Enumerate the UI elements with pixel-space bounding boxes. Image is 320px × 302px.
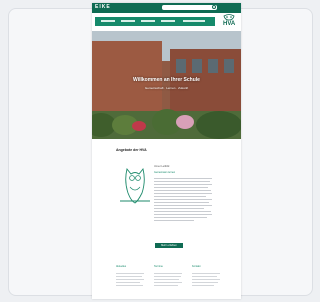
nav-item[interactable] (161, 20, 175, 22)
search-icon[interactable] (212, 5, 216, 9)
nav-item[interactable] (141, 20, 155, 22)
top-bar: EIKE (92, 3, 241, 13)
cta-button[interactable]: Mehr erfahren (155, 243, 183, 248)
footer-heading[interactable]: Kontakt (192, 265, 222, 268)
intro-heading: Unser Leitbild (154, 165, 170, 168)
intro-text: Unser Leitbild Gemeinsam lernen (154, 165, 214, 223)
owl-illustration-icon (118, 163, 152, 209)
hero-image: Willkommen an Ihrer Schule Gemeinschaft … (92, 31, 241, 139)
footer-column: Kontakt (192, 265, 222, 288)
hero-subtitle: Gemeinschaft · Lernen · Zukunft (144, 86, 189, 90)
section-title: Angebote der HVA (116, 148, 147, 152)
nav-item[interactable] (121, 20, 135, 22)
logo-text: HVA (223, 21, 236, 27)
website-preview[interactable]: EIKE HVA Willkommen an Ihrer Schule Geme… (92, 3, 241, 299)
search-input[interactable] (162, 5, 217, 10)
nav-item[interactable] (183, 20, 205, 22)
brand-name: EIKE (95, 4, 111, 10)
footer-column: Aktuelles (116, 265, 146, 288)
navigation-row: HVA (92, 13, 241, 31)
footer-column: Termine (154, 265, 184, 288)
footer-columns: Aktuelles Termine Kontakt (116, 265, 226, 299)
owl-logo-icon[interactable]: HVA (220, 14, 238, 30)
hero-title: Willkommen an Ihrer Schule (133, 77, 200, 83)
intro-accent: Gemeinsam lernen (154, 171, 176, 174)
main-navigation (95, 17, 215, 26)
footer-heading[interactable]: Termine (154, 265, 184, 268)
footer-heading[interactable]: Aktuelles (116, 265, 146, 268)
nav-item[interactable] (101, 20, 115, 22)
